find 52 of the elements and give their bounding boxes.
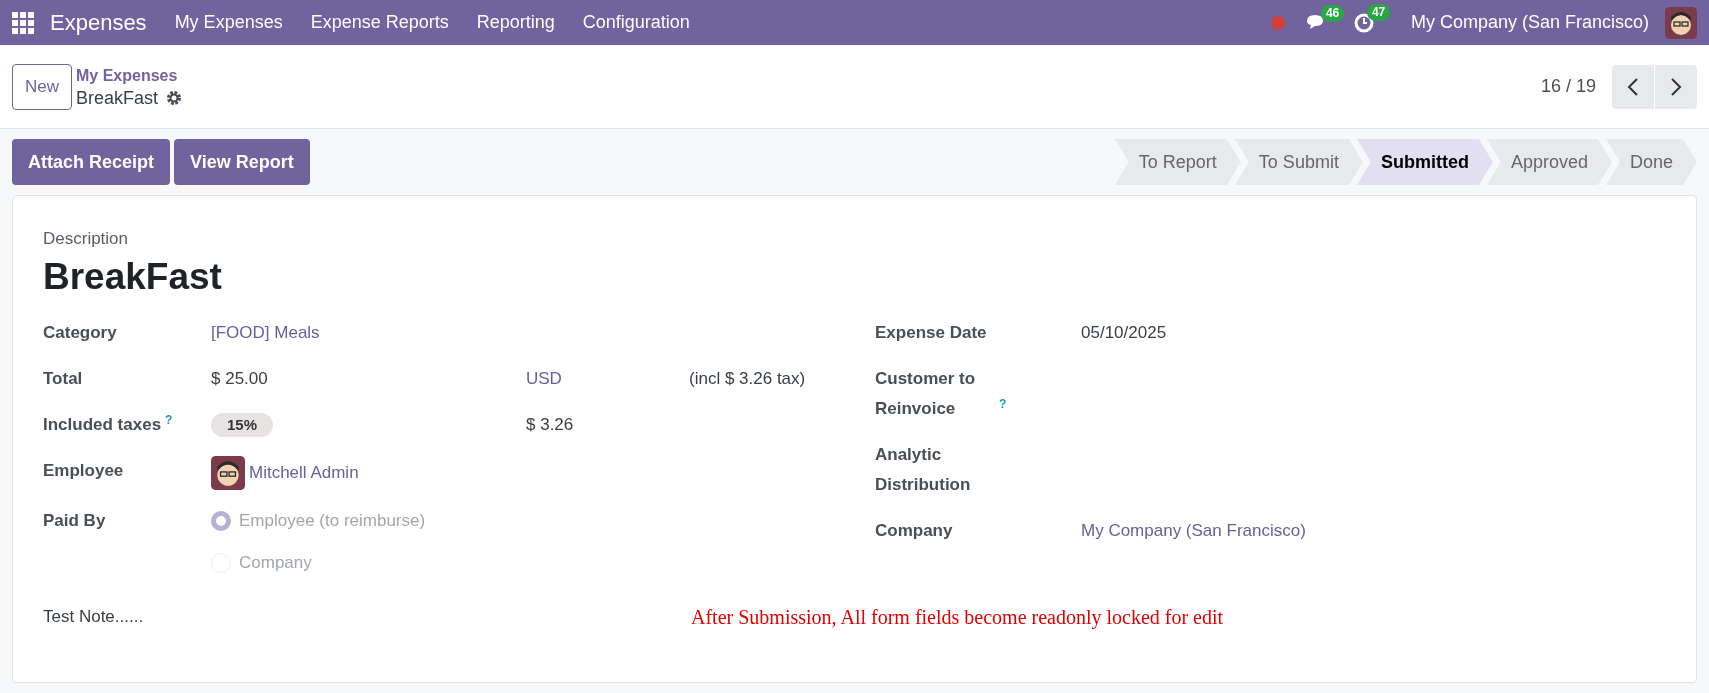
- status-stage[interactable]: Submitted: [1356, 139, 1493, 185]
- field-value: 05/10/2025: [1081, 321, 1167, 344]
- tax-amount: $ 3.26: [526, 413, 574, 436]
- field-label: Company: [875, 519, 954, 542]
- status-stage[interactable]: To Submit: [1234, 139, 1363, 185]
- help-marker[interactable]: ?: [165, 412, 173, 427]
- field-label: Total: [43, 368, 83, 388]
- note-text: Test Note......: [43, 605, 145, 628]
- status-stage[interactable]: Done: [1605, 139, 1697, 185]
- pager-counter: 16 / 19: [1540, 75, 1596, 98]
- annotation-text: After Submission, All form fields become readonly locked for edit: [691, 604, 1224, 631]
- field-label: Customer to Reinvoice: [875, 367, 977, 420]
- app-name[interactable]: Expenses: [50, 6, 147, 39]
- tax-tag: 15%: [211, 412, 274, 437]
- breadcrumb-link[interactable]: My Expenses: [76, 64, 183, 87]
- user-avatar-icon: [1665, 6, 1697, 39]
- action-button[interactable]: View Report: [174, 139, 310, 185]
- field-label: Employee: [43, 460, 124, 480]
- total-amount: $ 25.00: [211, 367, 269, 390]
- settings-icon[interactable]: [166, 89, 183, 106]
- activity-count-badge: 47: [1366, 3, 1391, 21]
- new-button[interactable]: New: [12, 63, 72, 110]
- field-label: Included taxes: [43, 414, 162, 434]
- action-button[interactable]: Attach Receipt: [12, 139, 171, 185]
- nav-menu-item[interactable]: Configuration: [582, 9, 690, 36]
- help-marker[interactable]: ?: [999, 396, 1007, 411]
- field-link[interactable]: My Company (San Francisco): [1081, 515, 1306, 546]
- currency-link[interactable]: USD: [526, 363, 689, 394]
- nav-menu-item[interactable]: Reporting: [476, 9, 555, 36]
- field-label: Paid By: [43, 510, 106, 530]
- chevron-right-icon: [1670, 76, 1682, 97]
- chevron-left-icon: [1627, 76, 1639, 97]
- nav-menu-item[interactable]: Expense Reports: [310, 9, 449, 36]
- field-link[interactable]: [FOOD] Meals: [211, 317, 320, 348]
- previous-button[interactable]: [1612, 64, 1654, 109]
- employee-link[interactable]: Mitchell Admin: [249, 457, 359, 488]
- expense-title: BreakFast: [43, 254, 223, 299]
- tax-note: (incl $ 3.26 tax): [689, 367, 806, 390]
- field-label: Category: [43, 322, 117, 342]
- avatar-icon: [211, 455, 245, 490]
- message-count-badge: 46: [1320, 4, 1345, 22]
- radio-button[interactable]: [211, 510, 231, 531]
- company-switcher[interactable]: My Company (San Francisco): [1410, 9, 1649, 36]
- status-stage[interactable]: To Report: [1114, 139, 1241, 185]
- record-name: BreakFast: [76, 86, 159, 109]
- field-label: Expense Date: [875, 321, 988, 344]
- description-label: Description: [43, 228, 130, 250]
- next-button[interactable]: [1655, 64, 1697, 109]
- apps-menu-icon[interactable]: [12, 11, 34, 34]
- field-label: Analytic Distribution: [875, 443, 972, 496]
- nav-menu-item[interactable]: My Expenses: [174, 9, 283, 36]
- status-stage[interactable]: Approved: [1486, 139, 1612, 185]
